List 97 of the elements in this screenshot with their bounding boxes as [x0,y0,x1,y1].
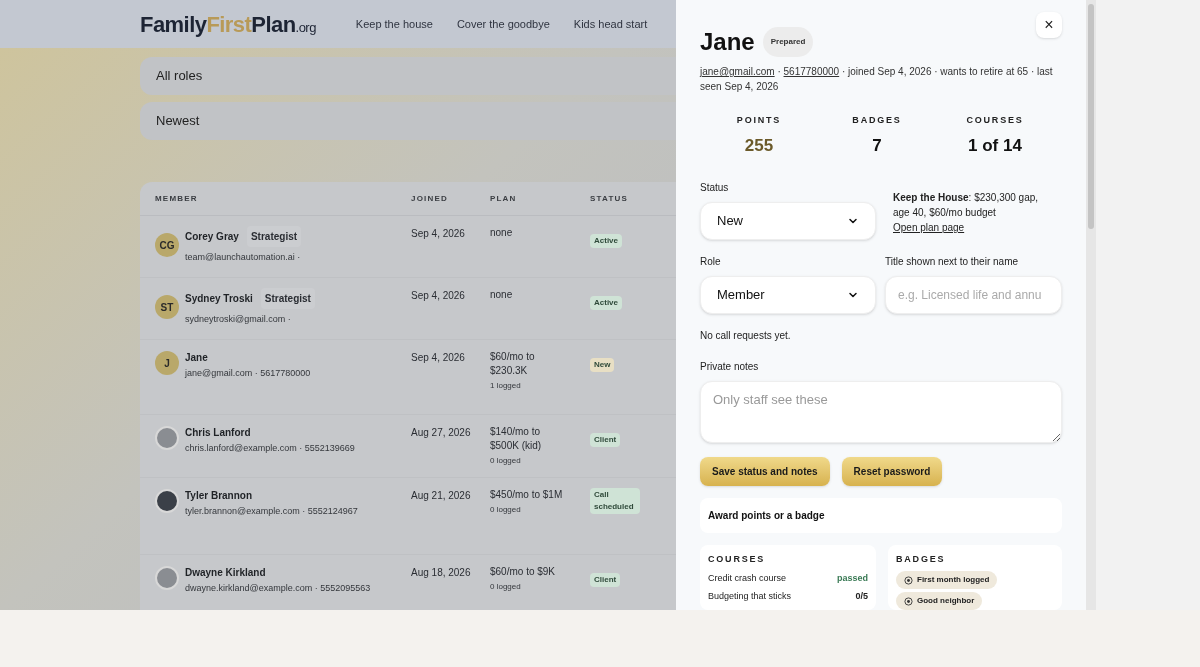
plan-text: none [490,288,514,302]
joined-date: Aug 21, 2026 [411,489,472,503]
member-meta: jane@gmail.com · 5617780000 · joined Sep 4, 2026 · wants to retire at 65 · last seen Sep 4, 2026 [700,65,1054,94]
stat-label: BADGES [852,114,902,127]
column-header: PLAN [490,192,518,205]
member-name: Tyler Brannon [185,489,253,503]
field-label: Status [700,181,730,195]
nav-link[interactable]: Kids head start [573,15,648,33]
member-contact: sydneytroski@gmail.com · [185,313,292,326]
action-button[interactable]: Reset password [841,456,943,486]
member-name: Chris Lanford [185,426,251,440]
plan-text: $450/mo to $1M [490,488,564,502]
stat-value: 1 of 14 [968,134,1022,157]
member-contact: dwayne.kirkland@example.com · 5552095563 [185,582,371,595]
member-name: Dwayne Kirkland [185,566,266,580]
member-contact: team@launchautomation.ai · [185,251,302,264]
plan-text: $140/mo to [490,425,542,439]
member-title-tag: Strategist [246,226,302,247]
badge-chip: First month logged [896,571,998,589]
joined-date: Sep 4, 2026 [411,351,466,365]
logged-count: 1 logged [490,380,522,392]
logo[interactable]: FamilyFirstPlan.org [140,7,316,41]
badge-chip: Good neighbor [896,592,983,610]
close-button[interactable]: × [1036,12,1062,38]
field-label: Title shown next to their name [885,255,1020,269]
member-row[interactable]: Dwayne Kirkland dwayne.kirkland@example.com · 5552095563 Aug 18, 2026 $60/mo to $9K 0 logged Client [140,555,676,610]
medal-icon [904,596,913,606]
member-contact: tyler.brannon@example.com · 5552124967 [185,505,358,518]
avatar-initials: CG [155,233,179,257]
member-row[interactable]: CG Corey Gray Strategist team@launchautomation.ai · Sep 4, 2026 none Active [140,216,676,278]
joined-date: Aug 27, 2026 [411,426,472,440]
member-row[interactable]: Chris Lanford chris.lanford@example.com · 5552139669 Aug 27, 2026 $140/mo to $500K (kid) 0 logged Client [140,415,676,478]
joined-date: Sep 4, 2026 [411,227,466,241]
plan-text: $500K (kid) [490,439,543,453]
member-name: Sydney Troski [185,292,253,306]
status-badge: Client [590,433,621,447]
nav-link[interactable]: Cover the goodbye [456,15,550,33]
logged-count: 0 logged [490,455,522,467]
drawer-title: Jane [700,27,755,57]
column-header: JOINED [411,192,449,205]
course-progress: 0/5 [855,589,868,603]
title-input-field[interactable]: e.g. Licensed life and annu [885,276,1062,314]
joined-date: Sep 4, 2026 [411,289,466,303]
member-row[interactable]: J Jane jane@gmail.com · 5617780000 Sep 4, 2026 $60/mo to $230.3K 1 logged New [140,340,676,415]
member-title-tag: Strategist [260,288,315,309]
member-row[interactable]: Tyler Brannon tyler.brannon@example.com · 5552124967 Aug 21, 2026 $450/mo to $1M 0 logged Call scheduled [140,478,676,555]
member-name: Jane [185,351,208,365]
column-header: STATUS [590,192,628,205]
avatar-photo [155,426,179,450]
field-label: Role [700,255,722,269]
stat-label: COURSES [966,114,1024,127]
phone-link[interactable]: 5617780000 [783,66,840,77]
member-contact: jane@gmail.com · 5617780000 [185,367,311,380]
status-badge: Active [590,234,622,248]
plan-text: none [490,226,514,240]
member-contact: chris.lanford@example.com · 5552139669 [185,442,355,455]
notes-input-field[interactable]: Only staff see these [700,381,1062,443]
status-tag: Prepared [762,27,814,57]
section-heading: BADGES [896,552,946,566]
logged-count: 0 logged [490,581,522,593]
course-name: Budgeting that sticks [708,589,792,603]
plan-summary: Keep the House: $230,300 gap, age 40, $60/mo budget [893,191,1040,220]
stat-label: POINTS [736,114,782,127]
filter-select[interactable]: All roles [140,57,676,95]
plan-text: $60/mo to $9K [490,565,557,579]
status-badge: New [590,358,615,372]
plan-text: $230.3K [490,364,529,378]
call-requests-note: No call requests yet. [700,329,792,343]
filter-select[interactable]: Newest [140,102,676,140]
status-select[interactable]: New [700,202,876,240]
joined-date: Aug 18, 2026 [411,566,472,580]
status-badge: Call scheduled [590,488,640,514]
avatar-initials: J [155,351,179,375]
section-heading: COURSES [708,552,767,566]
open-plan-link[interactable]: Open plan page [893,220,1055,235]
stat-value: 7 [872,134,882,157]
scrollbar-thumb[interactable] [1088,4,1094,229]
avatar-initials: ST [155,295,179,319]
role-select[interactable]: Member [700,276,876,314]
avatar-photo [155,566,179,590]
nav-link[interactable]: Keep the house [355,15,433,33]
action-button[interactable]: Save status and notes [700,456,830,486]
email-link[interactable]: jane@gmail.com [700,66,775,77]
plan-text: $60/mo to [490,350,536,364]
stat-value: 255 [744,134,774,157]
medal-icon [904,575,913,585]
member-row[interactable]: ST Sydney Troski Strategist sydneytroski@gmail.com · Sep 4, 2026 none Active [140,278,676,340]
status-badge: Client [590,573,621,587]
course-progress: passed [836,572,868,585]
member-name: Corey Gray [185,230,239,244]
field-label: Private notes [700,360,760,374]
status-badge: Active [590,296,622,310]
column-header: MEMBER [155,192,199,205]
course-name: Credit crash course [708,572,787,585]
award-panel[interactable]: Award points or a badge [700,497,1062,533]
avatar-photo [155,489,179,513]
logged-count: 0 logged [490,504,522,516]
